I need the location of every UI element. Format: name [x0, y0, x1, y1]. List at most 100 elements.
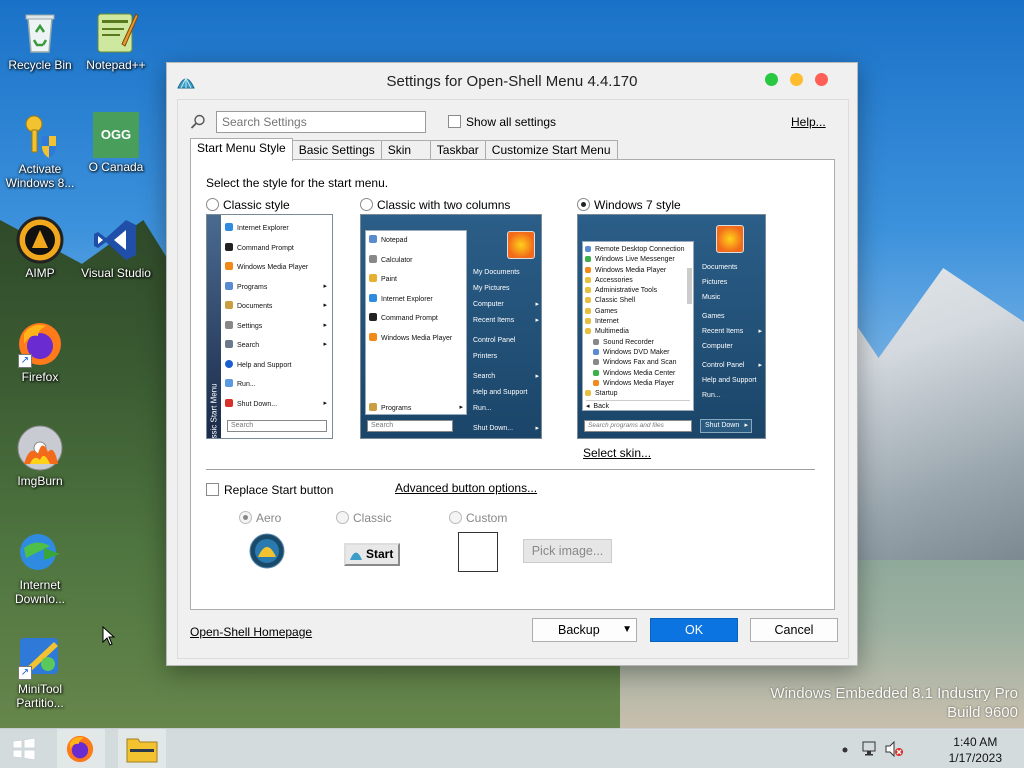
notification-dot-icon[interactable] — [842, 747, 848, 753]
desktop-icon-recycle-bin[interactable]: Recycle Bin — [0, 8, 80, 72]
classic-style-preview[interactable]: Classic Start Menu Internet Explorer Com… — [206, 214, 333, 439]
win7-right-item: Pictures — [702, 279, 728, 286]
tab-customize-start-menu[interactable]: Customize Start Menu — [484, 140, 618, 161]
desktop-icon-imgburn[interactable]: ImgBurn — [0, 424, 80, 488]
tab-taskbar[interactable]: Taskbar — [429, 140, 486, 161]
classic-button-label: Classic — [353, 511, 392, 525]
classic-start-button-preview: Start — [344, 543, 400, 566]
classic-menu-item: Command Prompt — [225, 242, 331, 263]
search-settings-input[interactable] — [216, 111, 426, 133]
minimize-button[interactable] — [790, 73, 803, 86]
taskbar-clock[interactable]: 1:40 AM 1/17/2023 — [949, 734, 1002, 766]
desktop-icon-firefox[interactable]: ↗ Firefox — [0, 320, 80, 384]
twocol-right-item: Computer ▸ — [473, 301, 539, 308]
desktop-icon-label: ImgBurn — [17, 474, 63, 488]
close-button[interactable] — [815, 73, 828, 86]
win7-right-item: Run... — [702, 392, 721, 399]
ok-button[interactable]: OK — [650, 618, 738, 642]
maximize-button[interactable] — [765, 73, 778, 86]
show-all-settings-checkbox[interactable]: Show all settings — [448, 115, 556, 129]
desktop-icon-visual-studio[interactable]: Visual Studio — [76, 216, 156, 280]
desktop-icon-minitool[interactable]: ↗ MiniTool Partitio... — [0, 632, 80, 710]
desktop-icon-o-canada[interactable]: OGG O Canada — [76, 112, 156, 174]
win7-menu-item: Windows Media Player — [585, 379, 691, 389]
aero-button-radio[interactable]: Aero — [239, 511, 281, 525]
twocol-menu-item: Paint — [369, 274, 463, 294]
desktop-icon-notepad-plus-plus[interactable]: Notepad++ — [76, 8, 156, 72]
desktop-icon-label: Recycle Bin — [8, 58, 72, 72]
twocol-menu-item: Windows Media Player — [369, 332, 463, 353]
advanced-button-options-link[interactable]: Advanced button options... — [395, 481, 537, 495]
tab-start-menu-style[interactable]: Start Menu Style — [190, 138, 293, 161]
replace-start-button-checkbox[interactable]: Replace Start button — [206, 483, 333, 497]
desktop-icon-label: AIMP — [25, 266, 55, 280]
win7-menu-item: Accessories — [585, 276, 691, 286]
twocol-right-item: Printers — [473, 353, 498, 360]
classic-menu-item: Windows Media Player — [225, 262, 331, 282]
taskbar-file-explorer[interactable] — [118, 729, 166, 768]
network-icon[interactable] — [861, 741, 879, 757]
volume-muted-icon[interactable] — [885, 741, 905, 757]
search-icon — [190, 114, 205, 129]
classic-menu-item: Documents ▸ — [225, 301, 331, 321]
cancel-button[interactable]: Cancel — [750, 618, 838, 642]
tab-skin[interactable]: Skin — [380, 140, 431, 161]
win7-right-item: Music — [702, 294, 721, 301]
twocol-left-pane: Notepad Calculator Paint Internet Explor… — [365, 230, 467, 415]
help-link[interactable]: Help... — [791, 115, 826, 129]
desktop-icon-aimp[interactable]: AIMP — [0, 216, 80, 280]
checkbox-box[interactable] — [448, 115, 461, 128]
win7-menu-item: Windows Media Player — [585, 266, 691, 276]
select-skin-link[interactable]: Select skin... — [583, 446, 651, 460]
aero-start-orb-icon — [249, 533, 285, 569]
tab-basic-settings[interactable]: Basic Settings — [291, 140, 382, 161]
desktop-icon-activate-windows[interactable]: Activate Windows 8... — [0, 112, 80, 190]
window-title: Settings for Open-Shell Menu 4.4.170 — [386, 73, 638, 90]
desktop-icon-internet-download-manager[interactable]: Internet Downlo... — [0, 528, 80, 606]
start-button[interactable] — [0, 729, 48, 768]
clock-date: 1/17/2023 — [948, 751, 1002, 765]
classic-style-label: Classic style — [223, 198, 290, 212]
win7-menu-item: Remote Desktop Connection — [585, 245, 691, 255]
windows7-style-radio[interactable]: Windows 7 style — [577, 198, 681, 212]
win7-menu-item: Windows Fax and Scan — [585, 358, 691, 368]
classic-style-radio[interactable]: Classic style — [206, 198, 290, 212]
win7-menu-item: Sound Recorder — [585, 338, 691, 348]
win7-scrollbar-thumb — [687, 268, 692, 304]
twocol-menu-item: Command Prompt — [369, 313, 463, 333]
shortcut-arrow-icon: ↗ — [18, 666, 32, 680]
win7-menu-item: Windows Media Center — [585, 369, 691, 379]
pick-image-button[interactable]: Pick image... — [523, 539, 612, 563]
custom-button-radio[interactable]: Custom — [449, 511, 507, 525]
classic-menu-item: Shut Down... ▸ — [225, 398, 331, 419]
twocol-right-item: My Documents — [473, 269, 520, 276]
desktop-icon-label: Activate Windows 8... — [5, 162, 75, 190]
two-columns-style-radio[interactable]: Classic with two columns — [360, 198, 510, 212]
taskbar: 1:40 AM 1/17/2023 — [0, 728, 1024, 768]
windows7-style-label: Windows 7 style — [594, 198, 681, 212]
windows-logo-icon — [12, 738, 36, 760]
win7-right-item: Computer — [702, 343, 733, 350]
shortcut-arrow-icon: ↗ — [18, 354, 32, 368]
two-columns-style-label: Classic with two columns — [377, 198, 511, 212]
win7-menu-item: Windows DVD Maker — [585, 348, 691, 358]
ogg-badge: OGG — [100, 127, 132, 142]
twocol-programs-item: Programs ▸ — [369, 403, 465, 413]
classic-button-radio[interactable]: Classic — [336, 511, 392, 525]
backup-button[interactable]: Backup ▼ — [532, 618, 637, 642]
tab-strip: Start Menu Style Basic Settings Skin Tas… — [190, 138, 618, 161]
taskbar-firefox[interactable] — [57, 729, 105, 768]
start-menu-style-panel: Select the style for the start menu. Cla… — [190, 159, 835, 610]
settings-window: Settings for Open-Shell Menu 4.4.170 Sho… — [166, 62, 858, 666]
windows7-style-preview[interactable]: Remote Desktop Connection Windows Live M… — [577, 214, 766, 439]
twocol-menu-item: Calculator — [369, 254, 463, 275]
separator — [206, 469, 815, 470]
open-shell-homepage-link[interactable]: Open-Shell Homepage — [190, 625, 312, 639]
desktop-icon-label: Firefox — [21, 370, 59, 384]
title-bar[interactable]: Settings for Open-Shell Menu 4.4.170 — [167, 63, 857, 101]
win7-menu-item: Windows Live Messenger — [585, 255, 691, 265]
backup-label: Backup — [558, 623, 600, 637]
two-columns-style-preview[interactable]: Notepad Calculator Paint Internet Explor… — [360, 214, 542, 439]
ogg-file-icon: OGG — [93, 112, 139, 158]
twocol-right-item: My Pictures — [473, 285, 510, 292]
